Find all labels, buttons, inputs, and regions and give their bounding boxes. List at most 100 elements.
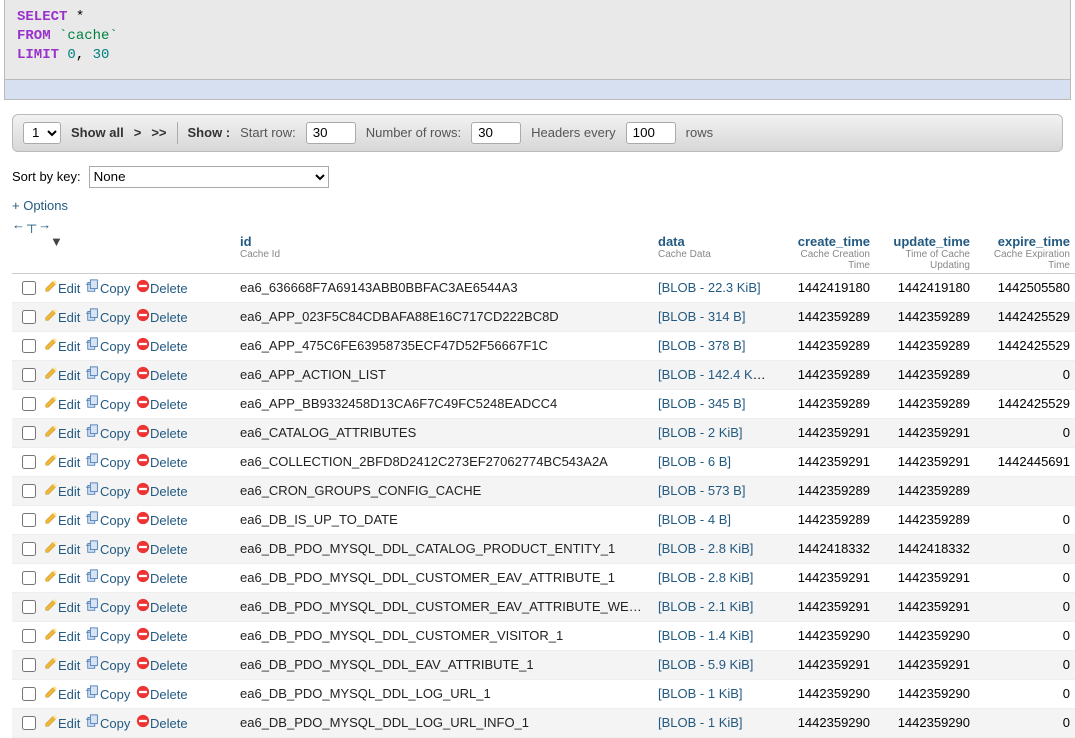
delete-link[interactable]: Delete: [136, 455, 188, 470]
row-checkbox[interactable]: [22, 368, 36, 382]
copy-link[interactable]: Copy: [86, 542, 130, 557]
edit-link[interactable]: Edit: [44, 571, 80, 586]
row-checkbox[interactable]: [22, 455, 36, 469]
delete-link[interactable]: Delete: [136, 629, 188, 644]
blob-link[interactable]: [BLOB - 22.3 KiB]: [658, 280, 761, 295]
pencil-icon: [44, 598, 58, 612]
edit-link[interactable]: Edit: [44, 368, 80, 383]
sort-by-key-select[interactable]: None: [89, 166, 329, 188]
row-checkbox[interactable]: [22, 716, 36, 730]
next-page-button[interactable]: >: [134, 125, 142, 140]
edit-link[interactable]: Edit: [44, 484, 80, 499]
edit-link[interactable]: Edit: [44, 716, 80, 731]
copy-link[interactable]: Copy: [86, 339, 130, 354]
blob-link[interactable]: [BLOB - 1 KiB]: [658, 686, 743, 701]
edit-link[interactable]: Edit: [44, 281, 80, 296]
edit-link[interactable]: Edit: [44, 658, 80, 673]
headers-every-input[interactable]: [626, 122, 676, 144]
col-data[interactable]: dataCache Data: [652, 232, 772, 274]
cell-expire-time: 1442445691: [976, 447, 1075, 476]
delete-link[interactable]: Delete: [136, 310, 188, 325]
last-page-button[interactable]: >>: [151, 125, 166, 140]
options-link[interactable]: Options: [12, 198, 1063, 213]
edit-link[interactable]: Edit: [44, 397, 80, 412]
blob-link[interactable]: [BLOB - 5.9 KiB]: [658, 657, 753, 672]
edit-link[interactable]: Edit: [44, 600, 80, 615]
row-checkbox[interactable]: [22, 513, 36, 527]
num-rows-input[interactable]: [471, 122, 521, 144]
delete-link[interactable]: Delete: [136, 571, 188, 586]
copy-link[interactable]: Copy: [86, 513, 130, 528]
delete-link[interactable]: Delete: [136, 397, 188, 412]
delete-link[interactable]: Delete: [136, 658, 188, 673]
blob-link[interactable]: [BLOB - 1.4 KiB]: [658, 628, 753, 643]
page-select[interactable]: 1: [23, 122, 61, 144]
copy-link[interactable]: Copy: [86, 600, 130, 615]
row-checkbox[interactable]: [22, 571, 36, 585]
blob-link[interactable]: [BLOB - 345 B]: [658, 396, 745, 411]
delete-link[interactable]: Delete: [136, 687, 188, 702]
delete-link[interactable]: Delete: [136, 716, 188, 731]
blob-link[interactable]: [BLOB - 2 KiB]: [658, 425, 743, 440]
copy-link[interactable]: Copy: [86, 658, 130, 673]
row-checkbox[interactable]: [22, 600, 36, 614]
blob-link[interactable]: [BLOB - 4 B]: [658, 512, 731, 527]
show-all-button[interactable]: Show all: [71, 125, 124, 140]
row-checkbox[interactable]: [22, 281, 36, 295]
col-update-time[interactable]: update_timeTime of Cache Updating: [876, 232, 976, 274]
blob-link[interactable]: [BLOB - 2.1 KiB]: [658, 599, 753, 614]
copy-link[interactable]: Copy: [86, 484, 130, 499]
blob-link[interactable]: [BLOB - 6 B]: [658, 454, 731, 469]
delete-link[interactable]: Delete: [136, 600, 188, 615]
edit-link[interactable]: Edit: [44, 629, 80, 644]
delete-link[interactable]: Delete: [136, 542, 188, 557]
edit-link[interactable]: Edit: [44, 339, 80, 354]
copy-link[interactable]: Copy: [86, 716, 130, 731]
copy-link[interactable]: Copy: [86, 687, 130, 702]
copy-link[interactable]: Copy: [86, 455, 130, 470]
blob-link[interactable]: [BLOB - 142.4 KiB]: [658, 367, 768, 382]
delete-link[interactable]: Delete: [136, 339, 188, 354]
edit-link[interactable]: Edit: [44, 455, 80, 470]
row-checkbox[interactable]: [22, 484, 36, 498]
row-checkbox[interactable]: [22, 426, 36, 440]
edit-link[interactable]: Edit: [44, 426, 80, 441]
copy-link[interactable]: Copy: [86, 571, 130, 586]
blob-link[interactable]: [BLOB - 2.8 KiB]: [658, 570, 753, 585]
row-checkbox[interactable]: [22, 339, 36, 353]
col-id[interactable]: idCache Id: [234, 232, 652, 274]
row-checkbox[interactable]: [22, 310, 36, 324]
copy-link[interactable]: Copy: [86, 310, 130, 325]
delete-link[interactable]: Delete: [136, 368, 188, 383]
edit-link[interactable]: Edit: [44, 513, 80, 528]
start-row-input[interactable]: [306, 122, 356, 144]
delete-link[interactable]: Delete: [136, 484, 188, 499]
blob-link[interactable]: [BLOB - 314 B]: [658, 309, 745, 324]
copy-link[interactable]: Copy: [86, 397, 130, 412]
row-checkbox[interactable]: [22, 542, 36, 556]
delete-link[interactable]: Delete: [136, 281, 188, 296]
copy-link[interactable]: Copy: [86, 629, 130, 644]
row-checkbox[interactable]: [22, 658, 36, 672]
blob-link[interactable]: [BLOB - 2.8 KiB]: [658, 541, 753, 556]
blob-link[interactable]: [BLOB - 378 B]: [658, 338, 745, 353]
copy-link[interactable]: Copy: [86, 281, 130, 296]
col-create-time[interactable]: create_timeCache Creation Time: [772, 232, 876, 274]
delete-link[interactable]: Delete: [136, 426, 188, 441]
minus-circle-icon: [136, 627, 150, 641]
copy-link[interactable]: Copy: [86, 426, 130, 441]
col-expire-time[interactable]: expire_timeCache Expiration Time: [976, 232, 1075, 274]
edit-link[interactable]: Edit: [44, 310, 80, 325]
blob-link[interactable]: [BLOB - 573 B]: [658, 483, 745, 498]
edit-link[interactable]: Edit: [44, 542, 80, 557]
row-checkbox[interactable]: [22, 687, 36, 701]
row-checkbox[interactable]: [22, 629, 36, 643]
blob-link[interactable]: [BLOB - 1 KiB]: [658, 715, 743, 730]
delete-link[interactable]: Delete: [136, 513, 188, 528]
edit-link[interactable]: Edit: [44, 687, 80, 702]
copy-link[interactable]: Copy: [86, 368, 130, 383]
column-move-arrows[interactable]: ←┬→: [12, 217, 1063, 232]
row-checkbox[interactable]: [22, 397, 36, 411]
row-checkbox-cell: [12, 331, 38, 360]
cell-update-time: 1442359289: [876, 505, 976, 534]
